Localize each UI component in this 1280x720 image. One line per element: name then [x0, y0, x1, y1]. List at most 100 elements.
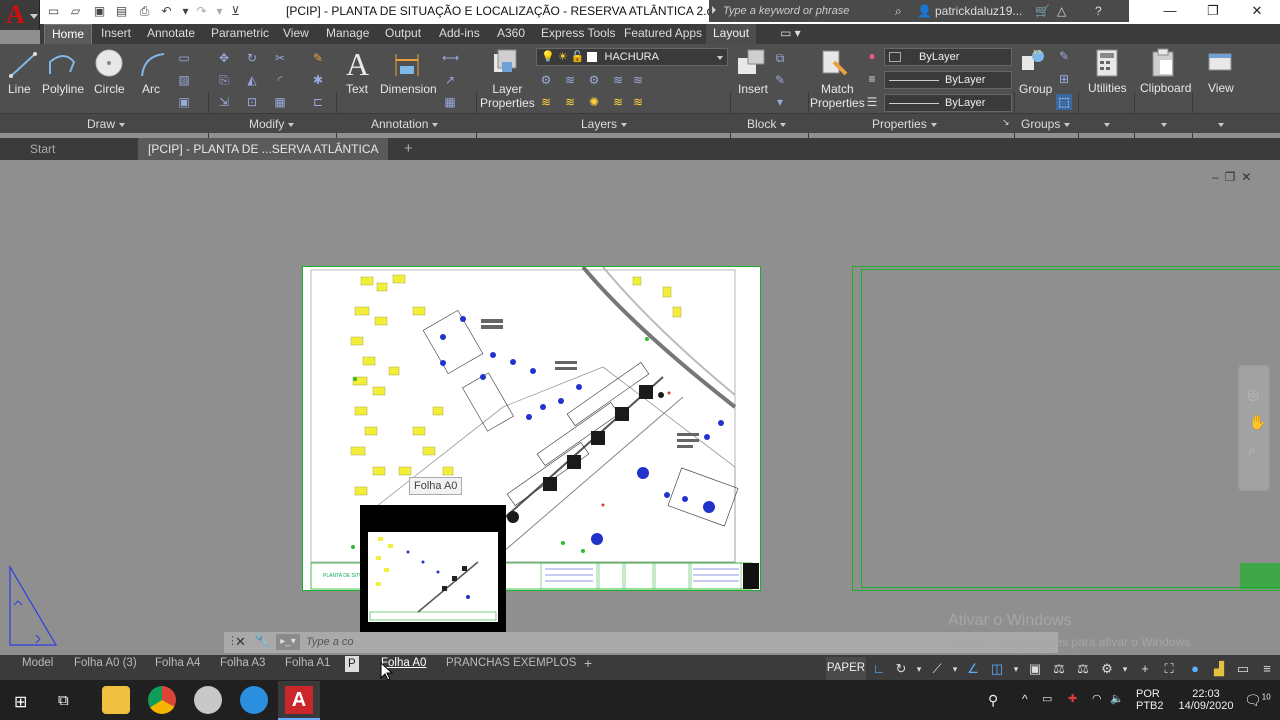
hardware-acceleration-icon[interactable]: ▟ [1210, 660, 1228, 678]
save-as-icon[interactable]: ▤ [114, 4, 129, 19]
layer-tool-icon[interactable]: ≋ [630, 72, 646, 88]
new-tab-icon[interactable]: + [394, 138, 423, 160]
leader-icon[interactable]: ↗ [442, 72, 458, 88]
stretch-icon[interactable]: ⇲ [216, 94, 232, 110]
undo-icon[interactable]: ↶ [159, 4, 174, 19]
clean-screen-icon[interactable]: ▭ [1234, 660, 1252, 678]
tab-parametric[interactable]: Parametric [204, 24, 276, 44]
properties-panel-title[interactable]: Properties [872, 117, 937, 131]
properties-dialog-launcher-icon[interactable]: ↘ [1002, 117, 1010, 128]
tab-folha-a4[interactable]: Folha A4 [147, 655, 208, 680]
layer-tool-icon[interactable]: ≋ [610, 72, 626, 88]
dimension-button[interactable]: Dimension [380, 82, 437, 96]
snap-icon[interactable]: ↻ [892, 660, 910, 678]
linetype-icon[interactable]: ≡ [864, 71, 880, 87]
maximize-icon[interactable]: ❐ [1198, 2, 1228, 20]
tab-folha-a3[interactable]: Folha A3 [212, 655, 273, 680]
erase-icon[interactable]: ✎ [310, 50, 326, 66]
tab-insert[interactable]: Insert [94, 24, 138, 44]
ribbon-options-icon[interactable]: ▭ ▾ [773, 24, 808, 44]
layer-dropdown[interactable]: 💡 ☀ 🔓 HACHURA [536, 48, 728, 66]
layer-tool-icon[interactable]: ≋ [562, 94, 578, 110]
file-explorer-icon[interactable] [102, 686, 130, 714]
text-button[interactable]: Text [346, 82, 368, 96]
layers-panel-title[interactable]: Layers [581, 117, 628, 131]
fillet-icon[interactable]: ◜ [272, 72, 288, 88]
tray-chevron-icon[interactable]: ^ [1022, 692, 1028, 706]
modify-panel-title[interactable]: Modify [249, 117, 295, 131]
circle-button[interactable]: Circle [94, 82, 125, 96]
store-cart-icon[interactable]: 🛒 [1035, 4, 1050, 18]
clipboard-button[interactable]: Clipboard [1140, 81, 1191, 95]
rectangle-icon[interactable]: ▭ [176, 50, 192, 66]
match-properties-button[interactable]: Match Properties [810, 82, 865, 110]
open-folder-icon[interactable]: ▱ [68, 4, 83, 19]
layer-tool-icon[interactable]: ≋ [562, 72, 578, 88]
arc-button[interactable]: Arc [142, 82, 160, 96]
circle-icon[interactable] [94, 48, 126, 80]
copy-icon[interactable]: ⎘ [216, 72, 232, 88]
polar-tracking-icon[interactable]: ∠ [964, 660, 982, 678]
group-selection-icon[interactable]: ⬚ [1056, 94, 1072, 110]
paper-space-toggle[interactable]: PAPER [826, 657, 866, 680]
minimize-icon[interactable]: — [1155, 2, 1185, 20]
osnap-icon[interactable]: ◫ [988, 660, 1006, 678]
tab-pranchas-exemplos[interactable]: PRANCHAS EXEMPLOS [438, 655, 584, 680]
tab-add-ins[interactable]: Add-ins [432, 24, 487, 44]
chrome-icon[interactable] [148, 686, 176, 714]
tab-partial[interactable]: P [345, 656, 359, 672]
layer-tool-icon[interactable]: ≋ [630, 94, 646, 110]
zoom-icon[interactable]: ⌕ [1248, 442, 1256, 459]
tab-output[interactable]: Output [378, 24, 428, 44]
linetype-dropdown[interactable]: ByLayer [884, 71, 1012, 89]
ortho-icon[interactable]: ⟋ [928, 660, 946, 678]
group-icon[interactable] [1020, 48, 1048, 78]
autocad-taskbar-button[interactable]: A [278, 681, 320, 720]
customize-icon[interactable]: 🔧 [254, 633, 270, 649]
isolate-objects-icon[interactable]: ● [1186, 660, 1204, 678]
color-dropdown[interactable]: ByLayer [884, 48, 1012, 66]
layer-properties-button[interactable]: Layer Properties [480, 82, 535, 110]
search-input[interactable]: Type a keyword or phrase [709, 0, 889, 22]
grid-icon[interactable]: ∟ [870, 660, 888, 678]
annotation-panel-title[interactable]: Annotation [371, 117, 439, 131]
chevron-down-icon[interactable]: ▾ [1116, 660, 1134, 678]
block-attribute-icon[interactable]: ▾ [772, 94, 788, 110]
ungroup-icon[interactable]: ✎ [1056, 48, 1072, 64]
table-icon[interactable]: ▦ [442, 94, 458, 110]
group-edit-icon[interactable]: ⊞ [1056, 71, 1072, 87]
user-account[interactable]: patrickdaluz19... [935, 4, 1022, 18]
block-panel-title[interactable]: Block [747, 117, 787, 131]
layer-tool-icon[interactable]: ⚙ [586, 72, 602, 88]
recent-commands-icon[interactable]: ▸_▾ [276, 634, 300, 650]
a360-icon[interactable]: △ [1057, 4, 1066, 18]
plot-icon[interactable]: ⎙ [137, 4, 152, 19]
mirror-icon[interactable]: ◭ [244, 72, 260, 88]
boundary-icon[interactable]: ▣ [176, 94, 192, 110]
layout-thumbnail-preview[interactable] [360, 505, 506, 649]
customization-menu-icon[interactable]: ≡ [1258, 660, 1276, 678]
tab-folha-a0-3[interactable]: Folha A0 (3) [66, 655, 145, 680]
view-button[interactable]: View [1208, 81, 1234, 95]
annotation-monitor-icon[interactable]: + [1136, 660, 1154, 678]
redo-icon[interactable]: ↷ [194, 4, 209, 19]
command-input[interactable]: Type a co [306, 636, 354, 648]
dimension-icon[interactable] [392, 50, 422, 80]
lineweight-dropdown[interactable]: ByLayer [884, 94, 1012, 112]
group-button[interactable]: Group [1019, 82, 1052, 96]
array-icon[interactable]: ▦ [272, 94, 288, 110]
create-block-icon[interactable]: ⧉ [772, 50, 788, 66]
calculator-icon[interactable] [1094, 48, 1120, 78]
annotation-scale-icon[interactable]: ⚖ [1050, 660, 1068, 678]
linear-dim-icon[interactable]: ⟷ [442, 50, 459, 66]
polyline-button[interactable]: Polyline [42, 82, 84, 96]
draw-panel-title[interactable]: Draw [87, 117, 126, 131]
edit-block-icon[interactable]: ✎ [772, 72, 788, 88]
lineweight-icon[interactable]: ☰ [864, 94, 880, 110]
security-icon[interactable]: ✚ [1068, 692, 1077, 705]
user-icon[interactable]: 👤 [917, 4, 932, 18]
add-layout-icon[interactable]: + [576, 655, 600, 680]
line-button[interactable]: Line [8, 82, 31, 96]
tab-layout[interactable]: Layout [706, 24, 757, 44]
utilities-button[interactable]: Utilities [1088, 81, 1127, 95]
